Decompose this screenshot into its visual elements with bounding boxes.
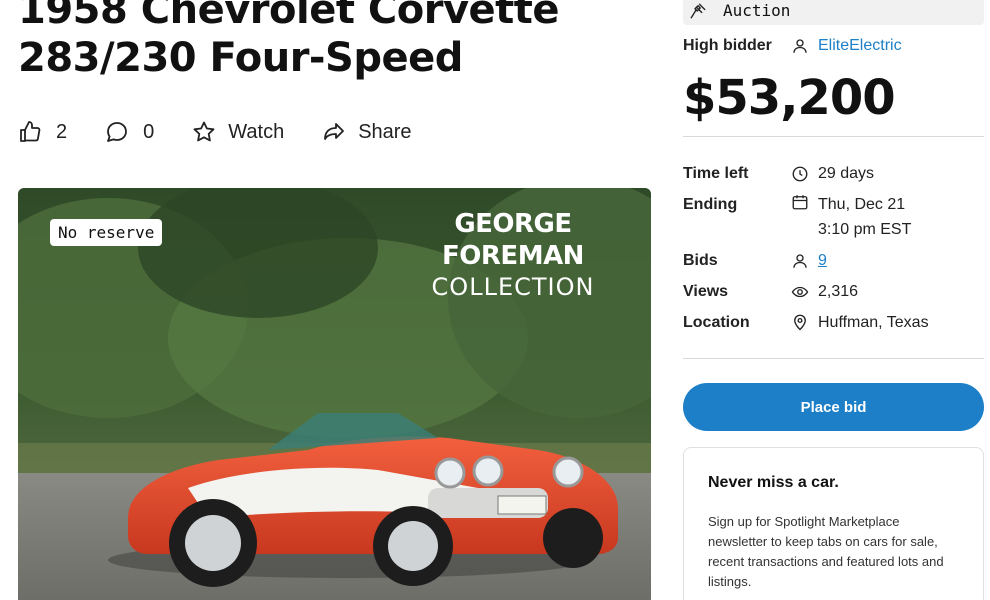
views-label: Views [683,283,729,300]
bids-count-link[interactable]: 9 [818,248,827,273]
ending-label: Ending [683,196,738,213]
time-left-value: 29 days [818,165,875,182]
like-button[interactable]: 2 [18,120,67,144]
eye-icon [791,286,809,298]
current-bid-price: $53,200 [683,70,896,126]
like-count: 2 [56,120,68,143]
divider [683,358,984,359]
newsletter-heading: Never miss a car. [708,474,839,491]
share-label: Share [358,120,412,143]
comment-icon [107,122,128,142]
location-label: Location [683,314,750,331]
high-bidder-link[interactable]: EliteElectric [818,33,902,58]
share-icon [324,123,345,140]
high-bidder-label: High bidder [683,37,772,54]
thumbs-up-icon [20,121,41,142]
listing-type-bar: Auction [683,0,984,25]
watch-label: Watch [228,120,285,143]
views-value: 2,316 [818,283,859,300]
newsletter-card: Never miss a car. Sign up for Spotlight … [683,447,984,600]
no-reserve-badge: No reserve [50,219,163,246]
comment-count: 0 [143,120,155,143]
star-icon [193,121,215,142]
listing-actions: 2 0 Watch Share [18,114,450,150]
collection-logo-line1: GEORGE FOREMAN [442,209,584,271]
place-bid-button[interactable]: Place bid [683,383,984,431]
newsletter-body: Sign up for Spotlight Marketplace newsle… [708,514,944,589]
user-icon [793,254,807,268]
divider [683,136,984,137]
hero-image[interactable]: No reserve GEORGE FOREMAN COLLECTION [18,188,651,600]
share-button[interactable]: Share [322,120,412,144]
listing-title: 1958 Chevrolet Corvette 283/230 Four-Spe… [18,0,560,81]
calendar-icon [792,195,808,210]
time-left-label: Time left [683,165,749,182]
collection-logo: GEORGE FOREMAN COLLECTION [393,208,633,302]
clock-icon [792,166,808,182]
comment-button[interactable]: 0 [105,120,154,144]
location-value: Huffman, Texas [818,314,929,331]
watch-button[interactable]: Watch [192,120,284,144]
ending-date: Thu, Dec 21 [818,196,906,213]
location-pin-icon [794,314,806,331]
collection-logo-line2: COLLECTION [431,273,595,301]
user-icon [793,39,807,53]
ending-time: 3:10 pm EST [818,221,912,238]
bids-label: Bids [683,252,718,269]
listing-type: Auction [723,1,791,20]
gavel-icon [690,3,706,18]
